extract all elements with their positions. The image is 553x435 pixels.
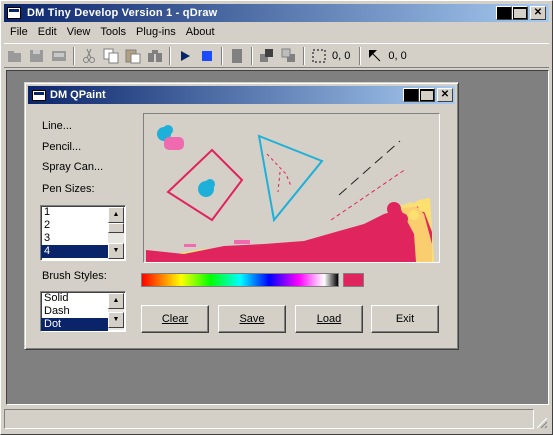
main-titlebar[interactable]: DM Tiny Develop Version 1 - qDraw ✕ [4,4,549,22]
coord-readout-2: 0, 0 [388,49,407,62]
main-title: DM Tiny Develop Version 1 - qDraw [27,7,218,19]
minimize-button[interactable] [496,6,512,20]
brush-styles-label: Brush Styles: [42,270,107,282]
load-button[interactable]: Load [295,305,363,333]
pen-sizes-list[interactable]: 1 2 3 4 ▲ ▼ [40,205,126,261]
menubar: File Edit View Tools Plug-ins About [4,23,549,42]
qpaint-titlebar[interactable]: DM QPaint ✕ [28,86,455,104]
toolbar-separator [251,46,253,65]
current-color-swatch [343,273,364,287]
toolbar-separator [303,46,305,65]
app-window-icon [7,7,21,19]
close-icon: ✕ [440,89,450,100]
menu-about[interactable]: About [181,24,220,41]
scroll-up-icon[interactable]: ▲ [108,207,124,223]
open-folder-icon[interactable] [4,45,26,67]
child-minimize-button[interactable] [403,88,419,102]
child-close-button[interactable]: ✕ [437,88,453,102]
print-icon[interactable] [48,45,70,67]
minimize-icon [404,89,418,101]
toolbar-separator [169,46,171,65]
document-icon[interactable] [226,45,248,67]
brush-styles-scrollbar[interactable]: ▲ ▼ [108,293,124,330]
toolbar: 0, 0 0, 0 [4,43,549,68]
coord-readout-1: 0, 0 [332,49,351,62]
copy-icon[interactable] [100,45,122,67]
pen-size-item-selected[interactable]: 4 [41,245,108,258]
close-icon: ✕ [533,7,543,18]
exit-button[interactable]: Exit [371,305,439,333]
pen-sizes-scrollbar[interactable]: ▲ ▼ [108,207,124,259]
menu-file[interactable]: File [4,24,33,41]
resize-grip-icon[interactable] [536,417,548,429]
scroll-thumb[interactable] [108,223,124,233]
menu-plugins[interactable]: Plug-ins [131,24,181,41]
send-back-icon[interactable] [278,45,300,67]
maximize-icon [513,7,527,19]
minimize-icon [497,7,511,19]
size-arrow-icon [364,45,386,67]
pencil-tool-link[interactable]: Pencil... [42,141,81,153]
cut-icon[interactable] [78,45,100,67]
toolbar-separator [359,46,362,65]
scroll-up-icon[interactable]: ▲ [108,293,124,309]
menu-view[interactable]: View [62,24,96,41]
clear-button[interactable]: Clear [141,305,209,333]
stop-icon[interactable] [196,45,218,67]
statusbar [4,409,549,431]
qpaint-title: DM QPaint [50,89,106,101]
maximize-icon [420,89,434,101]
menu-tools[interactable]: Tools [95,24,131,41]
find-binoculars-icon[interactable] [144,45,166,67]
exit-button-label: Exit [395,313,415,325]
select-rect-icon[interactable] [308,45,330,67]
toolbar-separator [221,46,223,65]
spray-can-tool-link[interactable]: Spray Can... [42,161,103,173]
qpaint-window: DM QPaint ✕ Line... Pencil... Spray Can.… [24,82,459,350]
clear-button-label: Clear [161,313,189,325]
run-icon[interactable] [174,45,196,67]
child-window-icon [32,89,46,101]
drawing-canvas[interactable] [143,113,440,263]
brush-style-item-selected[interactable]: Dot [41,318,108,331]
child-maximize-button[interactable] [419,88,435,102]
maximize-button[interactable] [512,6,528,20]
paste-icon[interactable] [122,45,144,67]
save-button[interactable]: Save [218,305,286,333]
save-disk-icon[interactable] [26,45,48,67]
line-tool-link[interactable]: Line... [42,120,72,132]
scroll-down-icon[interactable]: ▼ [108,312,124,328]
menu-edit[interactable]: Edit [33,24,62,41]
canvas-drawing [146,125,434,262]
scroll-down-icon[interactable]: ▼ [108,243,124,259]
close-button[interactable]: ✕ [530,6,546,20]
pen-sizes-label: Pen Sizes: [42,183,95,195]
load-button-label: Load [316,313,342,325]
bring-front-icon[interactable] [256,45,278,67]
color-palette[interactable] [141,273,339,287]
brush-styles-list[interactable]: Solid Dash Dot ▲ ▼ [40,291,126,332]
save-button-label: Save [239,313,265,325]
status-pane [4,409,534,429]
toolbar-separator [73,46,75,65]
